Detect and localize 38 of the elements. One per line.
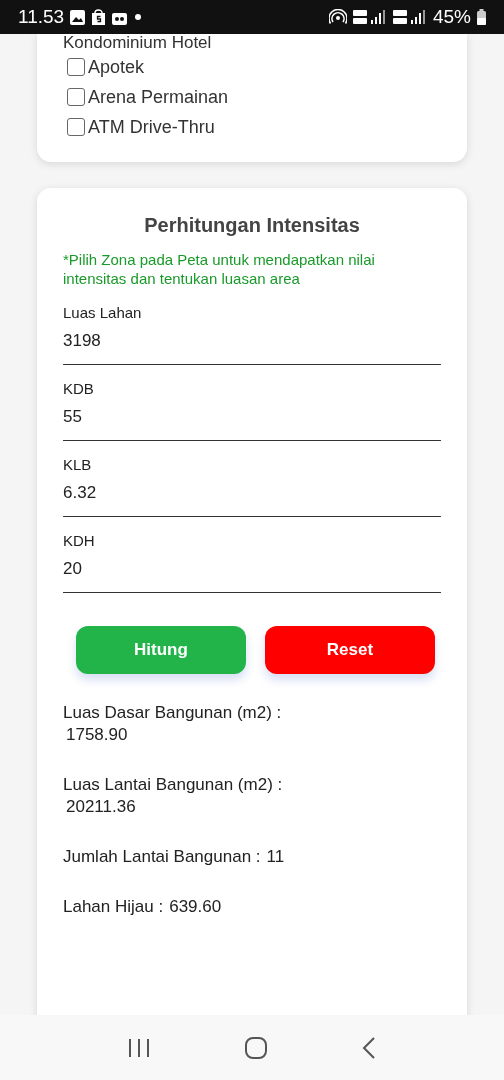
field-label: KDB xyxy=(63,380,95,397)
hotspot-icon xyxy=(328,9,347,25)
checkbox[interactable] xyxy=(67,58,85,76)
result-value: 1758.90 xyxy=(66,724,129,746)
instruction-note: *Pilih Zona pada Peta untuk mendapatkan nilai intensitas dan tentukan luasan area xyxy=(63,250,376,288)
field-label: KDH xyxy=(63,532,96,549)
checkbox-label: Arena Permainan xyxy=(88,86,229,108)
back-icon[interactable] xyxy=(362,1036,377,1059)
signal-icon xyxy=(392,9,427,25)
recent-apps-icon[interactable] xyxy=(127,1037,150,1058)
signal-icon xyxy=(352,9,387,25)
facility-label: Kondominium Hotel xyxy=(63,34,212,52)
field-label: KLB xyxy=(63,456,93,473)
input-field[interactable]: 20 xyxy=(63,549,441,593)
result-label: Jumlah Lantai Bangunan : xyxy=(63,846,261,868)
battery-percent: 45% xyxy=(432,6,471,28)
result-label: Lahan Hijau : xyxy=(63,896,164,918)
image-icon xyxy=(70,9,86,25)
card-title: Perhitungan Intensitas xyxy=(143,214,361,237)
result-label: Luas Dasar Bangunan (m2) : xyxy=(63,703,282,722)
checkbox-label: ATM Drive-Thru xyxy=(88,116,215,138)
home-icon[interactable] xyxy=(245,1036,267,1059)
battery-icon xyxy=(477,9,486,25)
dot-icon xyxy=(133,14,144,20)
result-value: 20211.36 xyxy=(66,796,137,818)
input-field[interactable]: 55 xyxy=(63,397,441,441)
result-value: 639.60 xyxy=(169,896,222,918)
result-value: 11 xyxy=(266,846,285,868)
input-field[interactable]: 6.32 xyxy=(63,473,441,517)
clock-time: 11.53 xyxy=(18,6,65,28)
result-label: Luas Lantai Bangunan (m2) : xyxy=(63,775,283,794)
reset-button[interactable]: Reset xyxy=(265,626,435,674)
field-label: Luas Lahan xyxy=(63,304,143,321)
shopping-bag-icon xyxy=(91,9,107,25)
checkbox-label: Apotek xyxy=(88,56,145,78)
checkbox[interactable] xyxy=(67,88,85,106)
checkbox[interactable] xyxy=(67,118,85,136)
input-field[interactable]: 3198 xyxy=(63,321,441,365)
